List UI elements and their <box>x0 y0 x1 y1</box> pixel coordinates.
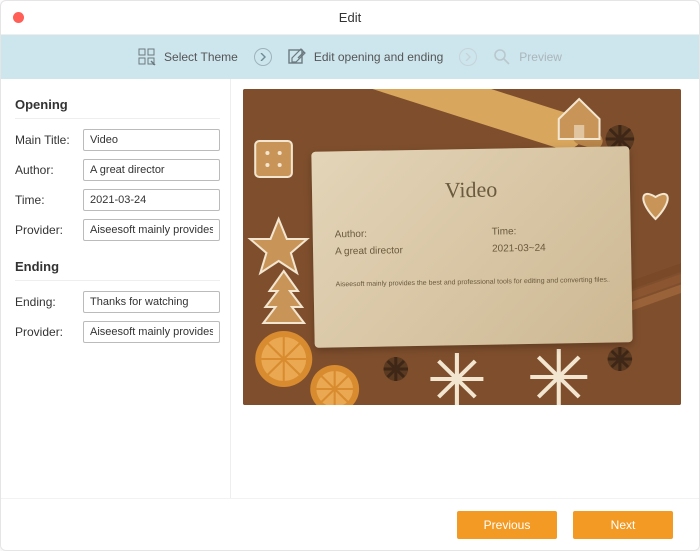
preview-author-label: Author: <box>335 227 452 240</box>
time-input[interactable] <box>83 189 220 211</box>
step-label: Edit opening and ending <box>314 50 443 64</box>
edit-window: Edit Select Theme Edit opening and endin… <box>0 0 700 551</box>
provider-label: Provider: <box>15 325 77 339</box>
step-select-theme[interactable]: Select Theme <box>138 48 238 66</box>
ending-label: Ending: <box>15 295 77 309</box>
main-title-row: Main Title: <box>15 129 220 151</box>
preview-card: Video Author: Time: A great director 202… <box>243 89 681 405</box>
step-label: Preview <box>519 50 562 64</box>
window-controls <box>13 12 24 23</box>
next-button[interactable]: Next <box>573 511 673 539</box>
step-label: Select Theme <box>164 50 238 64</box>
author-label: Author: <box>15 163 77 177</box>
preview-time: 2021-03~24 <box>492 242 609 255</box>
author-input[interactable] <box>83 159 220 181</box>
chevron-right-icon <box>459 48 477 66</box>
parchment-overlay: Video Author: Time: A great director 202… <box>311 146 632 348</box>
opening-heading: Opening <box>15 97 220 119</box>
time-label: Time: <box>15 193 77 207</box>
preview-footer: Aiseesoft mainly provides the best and p… <box>336 277 610 289</box>
preview-title: Video <box>334 175 608 206</box>
time-row: Time: <box>15 189 220 211</box>
ending-row: Ending: <box>15 291 220 313</box>
titlebar: Edit <box>1 1 699 35</box>
step-preview[interactable]: Preview <box>493 48 562 66</box>
author-row: Author: <box>15 159 220 181</box>
ending-provider-row: Provider: <box>15 321 220 343</box>
main-title-input[interactable] <box>83 129 220 151</box>
opening-provider-row: Provider: <box>15 219 220 241</box>
ending-provider-input[interactable] <box>83 321 220 343</box>
opening-provider-input[interactable] <box>83 219 220 241</box>
sidebar-form: Opening Main Title: Author: Time: Provid… <box>1 79 231 499</box>
footer-bar: Previous Next <box>1 498 699 550</box>
preview-time-label: Time: <box>492 225 609 238</box>
previous-button[interactable]: Previous <box>457 511 557 539</box>
theme-grid-icon <box>138 48 156 66</box>
search-icon <box>493 48 511 66</box>
stepper: Select Theme Edit opening and ending Pre… <box>1 35 699 79</box>
step-edit-opening-ending[interactable]: Edit opening and ending <box>288 48 443 66</box>
preview-pane: Video Author: Time: A great director 202… <box>231 79 699 499</box>
close-icon[interactable] <box>13 12 24 23</box>
content-area: Opening Main Title: Author: Time: Provid… <box>1 79 699 499</box>
preview-author: A great director <box>335 244 452 257</box>
ending-input[interactable] <box>83 291 220 313</box>
main-title-label: Main Title: <box>15 133 77 147</box>
chevron-right-icon <box>254 48 272 66</box>
window-title: Edit <box>1 10 699 25</box>
ending-heading: Ending <box>15 259 220 281</box>
edit-icon <box>288 48 306 66</box>
provider-label: Provider: <box>15 223 77 237</box>
